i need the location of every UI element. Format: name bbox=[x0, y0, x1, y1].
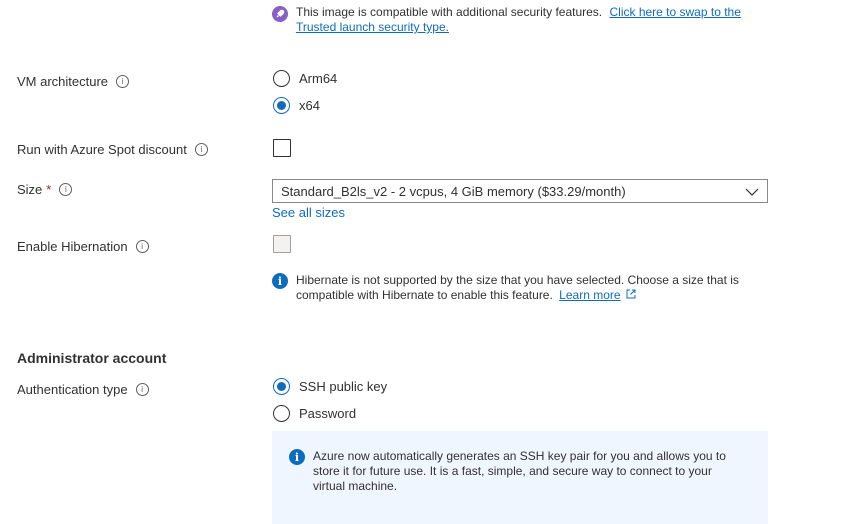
radio-password[interactable]: Password bbox=[273, 405, 356, 422]
vm-architecture-label: VM architecture i bbox=[17, 74, 130, 89]
radio-label-x64: x64 bbox=[299, 98, 320, 113]
radio-ssh-public-key[interactable]: SSH public key bbox=[273, 378, 387, 395]
size-label: Size * i bbox=[17, 182, 73, 197]
authentication-type-label: Authentication type i bbox=[17, 382, 149, 397]
security-notice-text: This image is compatible with additional… bbox=[296, 5, 603, 19]
external-link-icon bbox=[626, 288, 636, 303]
trusted-launch-link-line2[interactable]: Trusted launch security type. bbox=[296, 20, 449, 34]
radio-label-arm64: Arm64 bbox=[299, 71, 338, 86]
ssh-info-box: i Azure now automatically generates an S… bbox=[272, 431, 768, 524]
ssh-info-line3: virtual machine. bbox=[313, 479, 398, 493]
info-icon[interactable]: i bbox=[116, 75, 130, 88]
security-notice: This image is compatible with additional… bbox=[272, 5, 772, 35]
hibernation-message: i Hibernate is not supported by the size… bbox=[272, 273, 772, 303]
info-icon: i bbox=[289, 449, 305, 465]
hibernation-checkbox[interactable] bbox=[273, 235, 291, 253]
hibernation-label-text: Enable Hibernation bbox=[17, 239, 128, 254]
chevron-down-icon bbox=[745, 184, 759, 199]
info-icon: i bbox=[272, 273, 288, 289]
see-all-sizes-link[interactable]: See all sizes bbox=[272, 205, 345, 220]
radio-button-selected[interactable] bbox=[273, 97, 290, 114]
spot-discount-checkbox[interactable] bbox=[273, 139, 291, 157]
radio-button[interactable] bbox=[273, 70, 290, 87]
hibernation-message-line2: compatible with Hibernate to enable this… bbox=[296, 288, 553, 302]
radio-x64[interactable]: x64 bbox=[273, 97, 320, 114]
administrator-account-heading: Administrator account bbox=[17, 350, 167, 366]
required-marker: * bbox=[46, 182, 52, 197]
spot-discount-label-text: Run with Azure Spot discount bbox=[17, 142, 187, 157]
size-dropdown-value: Standard_B2ls_v2 - 2 vcpus, 4 GiB memory… bbox=[281, 183, 626, 199]
size-dropdown[interactable]: Standard_B2ls_v2 - 2 vcpus, 4 GiB memory… bbox=[272, 179, 768, 203]
authentication-type-label-text: Authentication type bbox=[17, 382, 128, 397]
radio-label-password: Password bbox=[299, 406, 357, 421]
spot-discount-label: Run with Azure Spot discount i bbox=[17, 142, 208, 157]
size-label-text: Size bbox=[17, 182, 43, 197]
radio-arm64[interactable]: Arm64 bbox=[273, 70, 337, 87]
learn-more-link[interactable]: Learn more bbox=[559, 288, 620, 302]
ssh-info-line1: Azure now automatically generates an SSH… bbox=[313, 449, 726, 463]
info-icon[interactable]: i bbox=[59, 183, 73, 196]
hibernation-label: Enable Hibernation i bbox=[17, 239, 149, 254]
info-icon[interactable]: i bbox=[194, 143, 208, 156]
radio-button-selected[interactable] bbox=[273, 378, 290, 395]
trusted-launch-link[interactable]: Click here to swap to the bbox=[609, 5, 740, 19]
info-icon[interactable]: i bbox=[135, 383, 149, 396]
info-icon[interactable]: i bbox=[135, 240, 149, 253]
ssh-info-line2: store it for future use. It is a fast, s… bbox=[313, 464, 712, 478]
radio-button[interactable] bbox=[273, 405, 290, 422]
hibernation-message-line1: Hibernate is not supported by the size t… bbox=[296, 273, 739, 287]
vm-architecture-label-text: VM architecture bbox=[17, 74, 109, 89]
rocket-icon bbox=[272, 6, 288, 22]
radio-label-ssh: SSH public key bbox=[299, 379, 388, 394]
